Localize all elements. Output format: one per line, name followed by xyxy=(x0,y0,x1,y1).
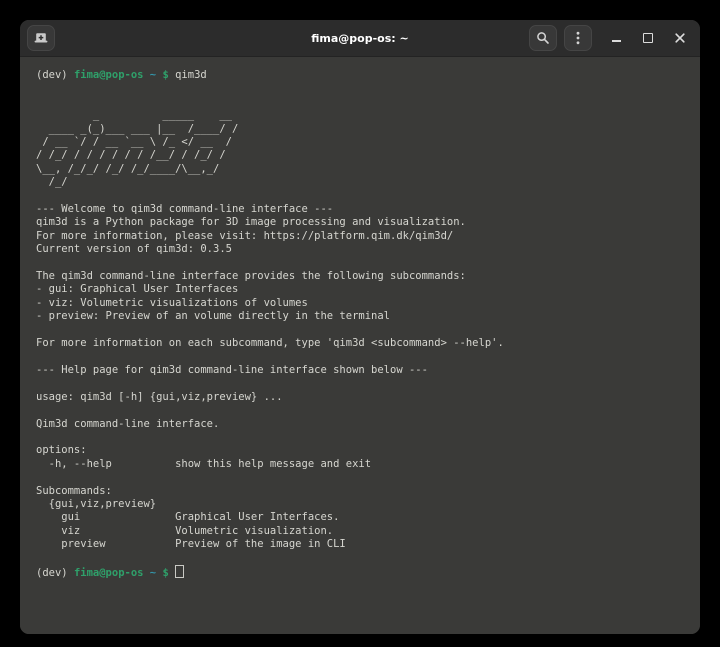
terminal-content[interactable]: (dev) fima@pop-os ~ $ qim3d _ _____ __ _… xyxy=(20,57,700,634)
search-button[interactable] xyxy=(529,25,557,51)
titlebar[interactable]: fima@pop-os: ~ xyxy=(20,20,700,57)
titlebar-controls xyxy=(529,20,692,56)
new-tab-button[interactable] xyxy=(27,25,55,51)
prompt-dollar: $ xyxy=(162,567,176,580)
tab-new-icon xyxy=(34,33,48,43)
minimize-button[interactable] xyxy=(604,26,628,50)
command-text: qim3d xyxy=(175,69,207,81)
terminal-cursor xyxy=(175,565,185,579)
prompt-line-current: (dev) fima@pop-os ~ $ xyxy=(36,565,686,580)
maximize-icon xyxy=(643,33,653,43)
menu-button[interactable] xyxy=(564,25,592,51)
prompt-cwd: ~ xyxy=(143,69,163,81)
search-icon xyxy=(537,32,549,44)
desktop-background: fima@pop-os: ~ (dev) fima@pop-os ~ $ qim… xyxy=(0,0,720,647)
prompt-line-command: (dev) fima@pop-os ~ $ qim3d xyxy=(36,69,686,82)
venv-indicator: (dev) xyxy=(36,69,74,81)
minimize-icon xyxy=(611,40,621,42)
prompt-user-host: fima@pop-os xyxy=(73,567,144,580)
prompt-cwd: ~ xyxy=(143,567,163,580)
prompt-dollar: $ xyxy=(162,69,176,81)
terminal-output: _ _____ __ ____ _(_)___ ___ |__ /____/ /… xyxy=(36,109,504,551)
venv-indicator: (dev) xyxy=(36,567,74,580)
close-button[interactable] xyxy=(668,26,692,50)
kebab-menu-icon xyxy=(576,31,580,45)
close-icon xyxy=(675,33,685,43)
maximize-button[interactable] xyxy=(636,26,660,50)
terminal-window: fima@pop-os: ~ (dev) fima@pop-os ~ $ qim… xyxy=(20,20,700,634)
prompt-user-host: fima@pop-os xyxy=(73,69,144,81)
